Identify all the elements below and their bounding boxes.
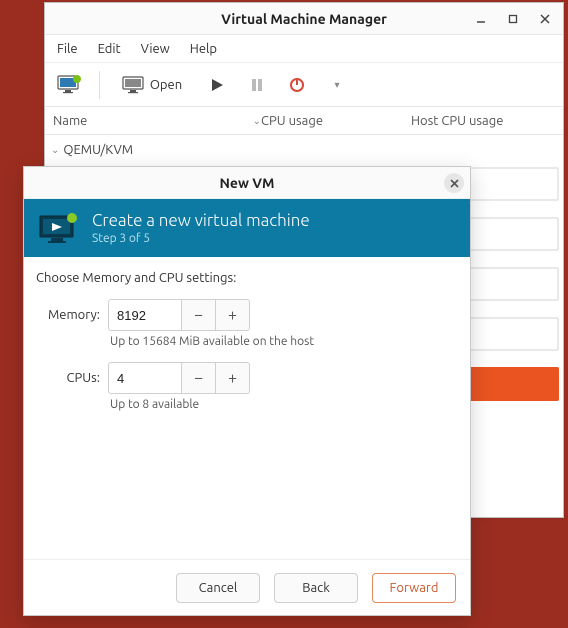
column-name-label: Name [53, 114, 87, 128]
main-title: Virtual Machine Manager [221, 11, 387, 27]
close-icon [450, 179, 459, 188]
menu-view[interactable]: View [141, 42, 170, 56]
dialog-header: Create a new virtual machine Step 3 of 5 [24, 199, 470, 257]
back-label: Back [302, 581, 330, 595]
menu-file[interactable]: File [57, 42, 78, 56]
minus-icon: − [194, 369, 203, 387]
monitor-new-icon [57, 75, 83, 95]
memory-label: Memory: [36, 308, 100, 322]
cpus-spinner: − + [108, 362, 250, 394]
dialog-prompt: Choose Memory and CPU settings: [36, 271, 458, 285]
maximize-button[interactable] [501, 9, 525, 29]
memory-increment[interactable]: + [216, 299, 250, 331]
main-titlebar: Virtual Machine Manager [45, 3, 563, 35]
dialog-footer: Cancel Back Forward [24, 559, 470, 615]
dialog-close-button[interactable] [444, 173, 464, 193]
plus-icon: + [228, 306, 237, 324]
new-vm-button[interactable] [51, 69, 89, 101]
menubar: File Edit View Help [45, 35, 563, 63]
run-button[interactable] [200, 69, 234, 101]
back-button[interactable]: Back [274, 573, 358, 603]
column-host-cpu[interactable]: Host CPU usage [411, 114, 563, 128]
column-headers: Name ⌄ CPU usage Host CPU usage [45, 107, 563, 135]
column-name[interactable]: Name ⌄ [45, 114, 261, 128]
memory-input[interactable] [108, 299, 182, 331]
connection-row[interactable]: ⌄ QEMU/KVM [51, 139, 563, 161]
close-button[interactable] [533, 9, 557, 29]
minimize-button[interactable] [469, 9, 493, 29]
dialog-header-title: Create a new virtual machine [92, 211, 310, 230]
power-icon [288, 76, 306, 94]
forward-button[interactable]: Forward [372, 573, 456, 603]
monitor-icon [122, 76, 144, 94]
open-button-label: Open [150, 78, 182, 92]
play-icon [209, 77, 225, 93]
cpus-row: CPUs: − + [36, 362, 458, 394]
cpus-input[interactable] [108, 362, 182, 394]
menu-help[interactable]: Help [190, 42, 217, 56]
shutdown-menu-button[interactable]: ▾ [320, 69, 354, 101]
pause-icon [250, 78, 264, 92]
dialog-titlebar: New VM [24, 167, 470, 199]
cpus-hint: Up to 8 available [110, 398, 458, 411]
memory-decrement[interactable]: − [182, 299, 216, 331]
toolbar: Open ▾ [45, 63, 563, 107]
chevron-down-icon: ▾ [334, 79, 339, 91]
dialog-header-text: Create a new virtual machine Step 3 of 5 [92, 211, 310, 245]
shutdown-button[interactable] [280, 69, 314, 101]
connection-label: QEMU/KVM [63, 143, 133, 157]
cancel-button[interactable]: Cancel [176, 573, 260, 603]
cpus-increment[interactable]: + [216, 362, 250, 394]
menu-edit[interactable]: Edit [98, 42, 121, 56]
dialog-body: Choose Memory and CPU settings: Memory: … [24, 257, 470, 559]
cpus-label: CPUs: [36, 371, 100, 385]
column-cpu[interactable]: CPU usage [261, 114, 411, 128]
plus-icon: + [228, 369, 237, 387]
connection-tree: ⌄ QEMU/KVM [45, 135, 563, 161]
open-button[interactable]: Open [110, 69, 194, 101]
minus-icon: − [194, 306, 203, 324]
toolbar-separator [99, 71, 100, 99]
dialog-title: New VM [219, 175, 274, 191]
dialog-header-step: Step 3 of 5 [92, 232, 310, 245]
memory-spinner: − + [108, 299, 250, 331]
memory-row: Memory: − + [36, 299, 458, 331]
sort-chevron-icon: ⌄ [253, 115, 261, 127]
memory-hint: Up to 15684 MiB available on the host [110, 335, 458, 348]
new-vm-dialog: New VM Create a new virtual machine Step… [23, 166, 471, 616]
column-host-cpu-label: Host CPU usage [411, 114, 503, 128]
forward-label: Forward [390, 581, 439, 595]
pause-button[interactable] [240, 69, 274, 101]
expand-chevron-icon: ⌄ [51, 144, 59, 156]
column-cpu-label: CPU usage [261, 114, 323, 128]
cancel-label: Cancel [199, 581, 238, 595]
cpus-decrement[interactable]: − [182, 362, 216, 394]
vm-wizard-icon [38, 212, 80, 244]
window-controls [469, 3, 557, 35]
